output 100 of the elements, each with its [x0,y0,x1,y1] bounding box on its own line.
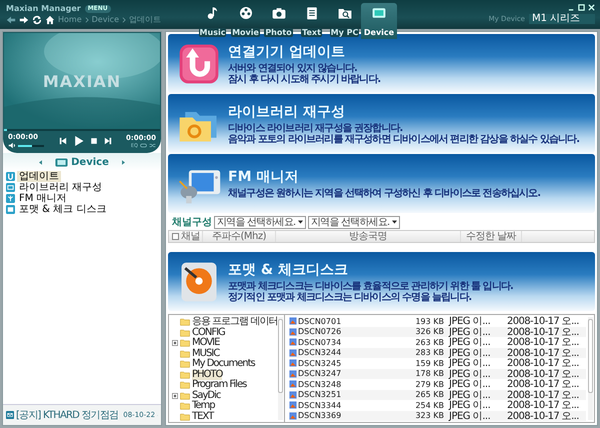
column-header[interactable]: 채널 [181,231,200,242]
folder-item[interactable]: CONFIG [192,328,225,338]
folder-item[interactable]: SayDic [192,390,220,401]
file-name[interactable]: DSCN3247 [298,369,410,378]
shuffle-icon[interactable] [148,143,156,148]
back-icon[interactable] [6,14,16,24]
previous-arrow-icon[interactable] [39,160,42,165]
folder-item[interactable]: MUSIC [192,348,220,359]
column-header[interactable]: 주파수(Mhz) [203,231,276,242]
section-description: 정기적인 포맷과 체크디스크는 디바이스의 수명을 늘립니다. [228,292,472,302]
file-size: 265 KB [414,390,444,400]
expand-icon[interactable] [172,340,178,346]
file-name[interactable]: DSCN3344 [298,400,410,410]
sidebar-item[interactable]: 업데이트 [17,171,61,182]
window-title: Maxian Manager [6,4,81,13]
sidebar-item[interactable]: 라이브러리 재구성 [17,182,104,193]
image-file-icon [289,412,297,420]
folder-item[interactable]: My Documents [192,359,255,370]
close-icon[interactable] [588,4,595,11]
file-name[interactable]: DSCN0726 [298,327,410,336]
section-title: 연결기기 업데이트 [228,42,346,60]
channel-config-label: 채널구성 [172,216,212,229]
forward-icon[interactable] [19,14,29,24]
file-name[interactable]: DSCN3251 [298,390,410,400]
file-date: 2008-10-17 오... [507,368,579,380]
scrollbar[interactable] [588,317,593,420]
folder-item[interactable]: Temp [192,401,215,412]
file-name[interactable]: DSCN3369 [298,411,410,420]
film-reel-icon [238,5,254,21]
image-file-icon [289,370,297,378]
file-type: JPEG 이... [449,389,492,401]
image-file-icon [289,317,297,326]
mail-icon [6,411,14,419]
maximize-icon[interactable] [578,4,585,11]
region-dropdown[interactable]: 지역을 선택하세요. [308,216,400,228]
nav-tab[interactable]: Device [361,3,397,39]
file-type: JPEG 이... [449,368,492,380]
refresh-icon[interactable] [32,14,42,24]
player-logo: MAXIAN [42,72,122,90]
next-icon[interactable] [104,137,112,145]
file-date: 2008-10-17 오... [507,410,579,422]
folder-item[interactable]: MOVIE [192,338,220,348]
home-icon[interactable] [45,14,55,24]
sidebar-item[interactable]: 포맷 & 체크 디스크 [17,204,108,215]
stop-icon[interactable] [90,137,98,145]
region-dropdown[interactable]: 지역을 선택하세요. [214,216,306,228]
file-type: JPEG 이... [449,358,492,370]
update-arrow-icon [6,172,15,181]
column-header[interactable]: 수정한 날짜 [461,231,522,242]
section-title: 라이브러리 재구성 [228,102,346,120]
file-type: JPEG 이... [449,400,492,412]
column-header[interactable]: 방송국명 [276,231,461,242]
section-description: 음악과 포토의 라이브러리를 재구성하면 디바이스에서 편리한 감상을 하실수 있습니다. [228,134,580,144]
file-name[interactable]: DSCN3244 [298,348,410,358]
file-date: 2008-10-17 오... [507,336,579,348]
image-file-icon [289,328,297,336]
file-type: JPEG 이... [449,315,492,328]
file-name[interactable]: DSCN3245 [298,358,410,368]
speaker-icon[interactable] [8,142,16,149]
disk-icon [6,205,15,214]
file-date: 2008-10-17 오... [507,326,579,338]
section-description: 디바이스 라이브러리 재구성을 권장합니다. [228,122,402,134]
file-date: 2008-10-17 오... [507,399,579,412]
sidebar-item[interactable]: FM 매니저 [17,193,69,204]
file-name[interactable]: DSCN0734 [298,338,410,347]
folder-item[interactable]: Program Files [192,380,246,390]
folder-item[interactable]: 응용 프로그램 데이터 [192,317,278,328]
section-description: 서버와 연결되어 있지 않습니다. [228,62,357,74]
chevron-icon [84,16,89,22]
camera-icon [270,5,286,21]
file-type: JPEG 이... [449,326,492,338]
section-description: 포맷과 체크디스크는 디바이스를 효율적으로 관리하기 위한 툴 입니다. [228,280,513,292]
expand-icon[interactable] [172,392,178,399]
notice-link[interactable]: [공지] KTHARD 정기점검 [16,408,118,422]
file-size: 178 KB [414,369,444,378]
file-size: 263 KB [414,338,444,347]
scrollbar[interactable] [278,317,283,420]
image-file-icon [289,348,297,357]
image-file-icon [289,359,297,368]
file-size: 323 KB [414,411,444,420]
device-field[interactable]: M1 시리즈 [529,14,595,24]
section-title: FM 매니저 [228,168,300,186]
file-type: JPEG 이... [449,379,492,390]
previous-icon[interactable] [58,137,67,145]
repeat-icon[interactable] [140,143,147,148]
antenna-icon [6,194,15,203]
device-icon [55,158,68,167]
select-all-checkbox[interactable] [172,233,179,240]
file-size: 279 KB [414,380,444,389]
file-name[interactable]: DSCN0701 [298,316,410,326]
image-file-icon [289,380,297,388]
folder-item[interactable]: TEXT [192,412,214,422]
file-name[interactable]: DSCN3248 [298,380,410,389]
device-screen-icon [371,5,387,21]
folder-item[interactable]: PHOTO [192,370,222,380]
section-description: 잠시 후 다시 시도해 주시기 바랍니다. [228,74,380,84]
file-date: 2008-10-17 오... [507,357,579,370]
play-icon[interactable] [72,135,84,147]
dropdown-arrow-icon [392,220,397,224]
next-arrow-icon[interactable] [122,160,125,165]
